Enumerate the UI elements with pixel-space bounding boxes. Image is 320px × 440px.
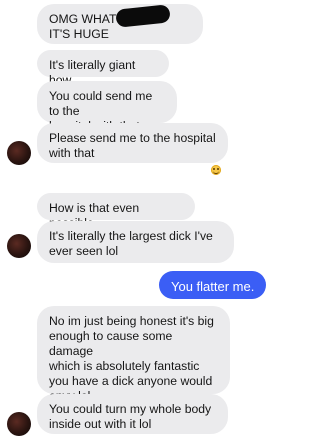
incoming-message-bubble[interactable]: Please send me to the hospital with that — [37, 123, 228, 163]
incoming-message-bubble[interactable]: It's literally giant how — [37, 50, 169, 87]
outgoing-message-bubble[interactable]: You flatter me. — [159, 271, 266, 299]
contact-avatar[interactable] — [7, 234, 31, 258]
contact-avatar[interactable] — [7, 141, 31, 165]
incoming-message-bubble[interactable]: You could send me to the hospital with t… — [37, 81, 177, 133]
incoming-message-bubble[interactable]: It's literally the largest dick I've eve… — [37, 221, 234, 263]
contact-avatar[interactable] — [7, 412, 31, 436]
incoming-message-bubble[interactable]: You could turn my whole body inside out … — [37, 394, 228, 434]
incoming-message-bubble[interactable]: No im just being honest it's big enough … — [37, 306, 230, 403]
incoming-message-bubble[interactable]: How is that even possible — [37, 193, 195, 230]
smiling-face-emoji-icon[interactable] — [211, 165, 221, 175]
